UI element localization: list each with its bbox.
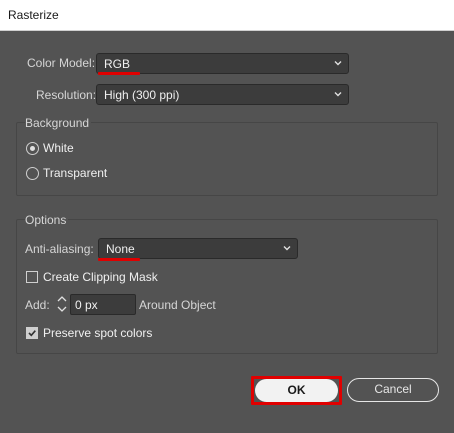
- chevron-down-icon: [334, 92, 342, 97]
- color-model-annotation: [98, 72, 140, 75]
- anti-aliasing-value: None: [106, 242, 135, 256]
- around-object-label: Around Object: [139, 298, 216, 312]
- color-model-select[interactable]: RGB: [96, 53, 349, 74]
- resolution-value: High (300 ppi): [104, 88, 180, 102]
- stepper-icon[interactable]: [55, 294, 69, 314]
- radio-white-label[interactable]: White: [43, 141, 74, 155]
- spot-colors-label[interactable]: Preserve spot colors: [43, 326, 152, 340]
- options-heading: Options: [25, 213, 69, 227]
- add-label: Add:: [25, 298, 50, 312]
- color-model-value: RGB: [104, 57, 131, 71]
- background-group: [16, 122, 438, 196]
- cancel-button[interactable]: Cancel: [347, 378, 439, 402]
- radio-transparent-label[interactable]: Transparent: [43, 166, 107, 180]
- background-heading: Background: [25, 116, 92, 130]
- chevron-down-icon: [283, 246, 291, 251]
- resolution-label: Resolution:: [36, 88, 97, 102]
- radio-transparent[interactable]: [26, 167, 39, 180]
- anti-aliasing-select[interactable]: None: [98, 238, 298, 259]
- anti-aliasing-annotation: [98, 258, 140, 261]
- spot-colors-checkbox[interactable]: [26, 327, 38, 339]
- chevron-down-icon: [334, 61, 342, 66]
- add-value-field[interactable]: 0 px: [70, 294, 136, 315]
- dialog-title: Rasterize: [8, 8, 59, 22]
- clipping-mask-label[interactable]: Create Clipping Mask: [43, 270, 158, 284]
- anti-aliasing-label: Anti-aliasing:: [25, 242, 94, 256]
- add-value: 0 px: [75, 298, 98, 312]
- clipping-mask-checkbox[interactable]: [26, 271, 38, 283]
- ok-annotation: [251, 376, 342, 405]
- checkmark-icon: [28, 330, 36, 337]
- radio-white[interactable]: [26, 142, 39, 155]
- title-bar: Rasterize: [0, 0, 454, 31]
- rasterize-dialog: Rasterize Color Model: RGB Resolution: H…: [0, 0, 454, 433]
- color-model-label: Color Model:: [27, 56, 96, 70]
- resolution-select[interactable]: High (300 ppi): [96, 84, 349, 105]
